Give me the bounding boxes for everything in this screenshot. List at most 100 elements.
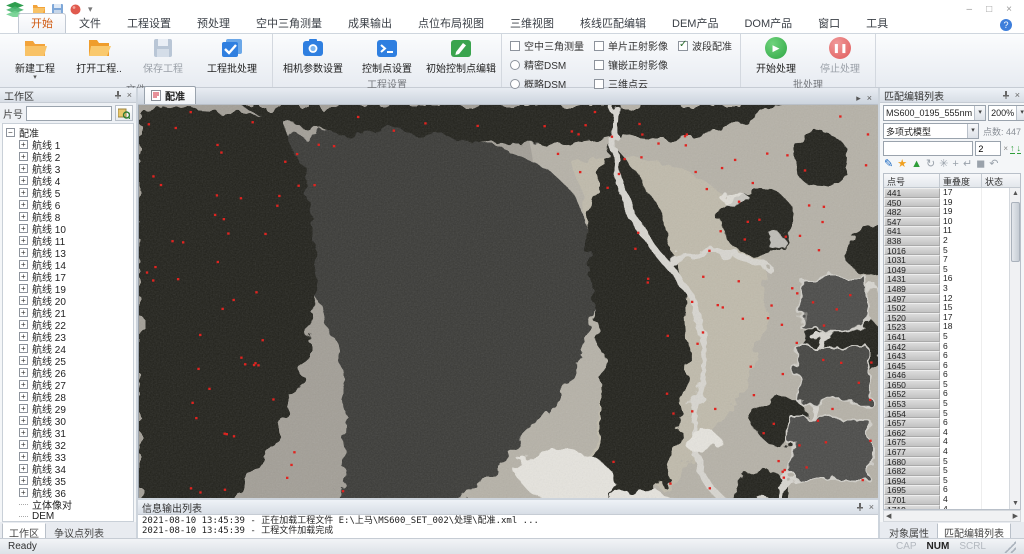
tree-expander-icon[interactable]: [19, 140, 28, 149]
tree-expander-icon[interactable]: [19, 200, 28, 209]
maximize-button[interactable]: □: [986, 4, 992, 15]
refresh-icon[interactable]: ↻: [926, 158, 935, 170]
table-row[interactable]: 1654 5: [884, 409, 1020, 419]
ribbon-tab[interactable]: 工具: [853, 13, 901, 33]
tree-expander-icon[interactable]: [19, 236, 28, 245]
table-row[interactable]: 1650 5: [884, 380, 1020, 390]
ribbon-tab[interactable]: 预处理: [184, 13, 243, 33]
close-pane-icon[interactable]: ×: [1015, 90, 1020, 100]
tree-item[interactable]: 航线 2: [6, 150, 133, 162]
tree-item[interactable]: 航线 13: [6, 246, 133, 258]
tree-item[interactable]: 配准: [6, 126, 133, 138]
task-option[interactable]: 单片正射影像: [594, 38, 668, 53]
threshold-input[interactable]: [975, 141, 1001, 156]
table-row[interactable]: 1049 5: [884, 265, 1020, 275]
tree-item[interactable]: 航线 29: [6, 402, 133, 414]
tree-item[interactable]: 航线 23: [6, 330, 133, 342]
predict-icon[interactable]: ✳: [939, 158, 948, 170]
table-row[interactable]: 482 19: [884, 207, 1020, 217]
table-row[interactable]: 838 2: [884, 236, 1020, 246]
tree-item[interactable]: 航线 32: [6, 438, 133, 450]
tree-item[interactable]: 航线 22: [6, 318, 133, 330]
control-points-button[interactable]: 控制点设置: [351, 36, 423, 76]
table-row[interactable]: 1701 4: [884, 495, 1020, 505]
tree-expander-icon[interactable]: [19, 404, 28, 413]
tree-expander-icon[interactable]: [19, 164, 28, 173]
ribbon-tab[interactable]: 开始: [18, 13, 66, 33]
vertical-scrollbar[interactable]: ▲ ▼: [1009, 188, 1020, 509]
checkbox[interactable]: [594, 79, 604, 89]
image-number-input[interactable]: [26, 106, 112, 121]
table-row[interactable]: 1497 12: [884, 294, 1020, 304]
undo-icon[interactable]: ↶: [989, 158, 998, 170]
ribbon-tab[interactable]: 窗口: [805, 13, 853, 33]
model-select[interactable]: 多项式模型 ▾: [883, 123, 979, 139]
tree-expander-icon[interactable]: [19, 188, 28, 197]
zoom-select[interactable]: 200% ▾: [988, 105, 1024, 121]
apply-icon[interactable]: ↵: [963, 158, 972, 170]
ribbon-tab[interactable]: 成果输出: [335, 13, 405, 33]
ribbon-tab[interactable]: DOM产品: [731, 13, 805, 33]
tree-item[interactable]: 航线 6: [6, 198, 133, 210]
image-viewport[interactable]: [138, 105, 878, 498]
edit-point-icon[interactable]: ✎: [884, 158, 893, 170]
tree-item[interactable]: 航线 28: [6, 390, 133, 402]
table-row[interactable]: 1520 17: [884, 313, 1020, 323]
resize-grip[interactable]: [1004, 541, 1016, 553]
tree-expander-icon[interactable]: [19, 464, 28, 473]
table-row[interactable]: 1502 15: [884, 303, 1020, 313]
task-option[interactable]: 镶嵌正射影像: [594, 57, 668, 72]
ribbon-tab[interactable]: 核线匹配编辑: [567, 13, 659, 33]
tree-expander-icon[interactable]: [19, 248, 28, 257]
scroll-left-icon[interactable]: ◀: [886, 512, 891, 520]
tree-expander-icon[interactable]: [19, 452, 28, 461]
tree-item[interactable]: 航线 11: [6, 234, 133, 246]
checkbox[interactable]: [678, 41, 688, 51]
tree-item[interactable]: 航线 25: [6, 354, 133, 366]
pin-icon[interactable]: [1002, 91, 1010, 99]
ribbon-tab[interactable]: 三维视图: [497, 13, 567, 33]
table-row[interactable]: 1489 3: [884, 284, 1020, 294]
tree-item[interactable]: 航线 5: [6, 186, 133, 198]
task-option[interactable]: 波段配准: [678, 38, 732, 53]
help-icon[interactable]: ?: [1000, 19, 1012, 31]
tree-expander-icon[interactable]: [19, 516, 28, 517]
table-row[interactable]: 1031 7: [884, 255, 1020, 265]
sort-up-icon[interactable]: ↑: [1010, 144, 1015, 154]
checkbox[interactable]: [510, 79, 520, 89]
tree-item[interactable]: 航线 27: [6, 378, 133, 390]
ribbon-tab[interactable]: 点位布局视图: [405, 13, 497, 33]
table-row[interactable]: 1643 6: [884, 351, 1020, 361]
tree-item[interactable]: 航线 24: [6, 342, 133, 354]
table-row[interactable]: 450 19: [884, 198, 1020, 208]
tree-expander-icon[interactable]: [19, 380, 28, 389]
tree-item[interactable]: 航线 10: [6, 222, 133, 234]
tree-expander-icon[interactable]: [19, 284, 28, 293]
table-row[interactable]: 441 17: [884, 188, 1020, 198]
table-row[interactable]: 1682 5: [884, 466, 1020, 476]
stop-processing-button[interactable]: ❚❚ 停止处理: [809, 36, 871, 76]
tree-item[interactable]: 航线 4: [6, 174, 133, 186]
image-select[interactable]: MS600_0195_555nm ▾: [883, 105, 986, 121]
tree-expander-icon[interactable]: [19, 504, 28, 505]
tree-expander-icon[interactable]: [19, 416, 28, 425]
tree-item[interactable]: 航线 17: [6, 270, 133, 282]
table-row[interactable]: 1642 6: [884, 342, 1020, 352]
tree-expander-icon[interactable]: [19, 476, 28, 485]
tree-expander-icon[interactable]: [19, 392, 28, 401]
search-button[interactable]: [115, 105, 133, 121]
tree-item[interactable]: 航线 30: [6, 414, 133, 426]
tree-expander-icon[interactable]: [19, 176, 28, 185]
pin-icon[interactable]: [856, 503, 864, 511]
col-header-id[interactable]: 点号: [884, 174, 940, 187]
tree-expander-icon[interactable]: [19, 212, 28, 221]
tree-expander-icon[interactable]: [19, 308, 28, 317]
save-project-button[interactable]: 保存工程: [132, 36, 194, 76]
tree-item[interactable]: 航线 20: [6, 294, 133, 306]
close-pane-icon[interactable]: ×: [127, 90, 132, 100]
scroll-right-icon[interactable]: ▶: [1013, 512, 1018, 520]
sort-down-icon[interactable]: ↓: [1017, 144, 1022, 154]
table-row[interactable]: 1657 6: [884, 418, 1020, 428]
start-processing-button[interactable]: ▶ 开始处理: [745, 36, 807, 76]
table-row[interactable]: 1653 5: [884, 399, 1020, 409]
